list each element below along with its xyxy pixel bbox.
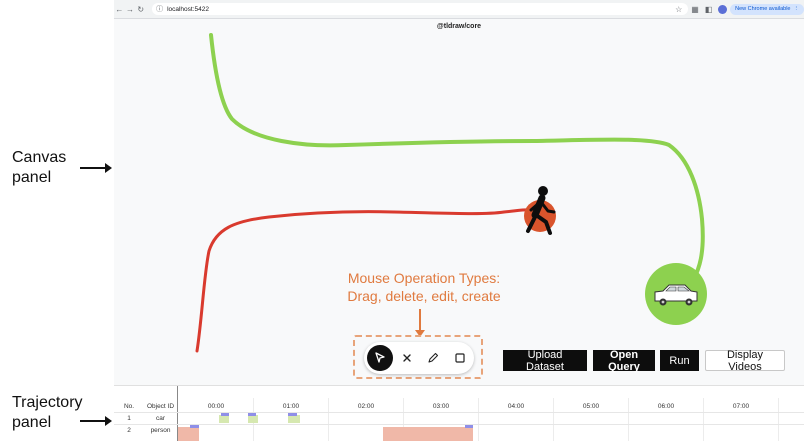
mouse-ops-line2: Drag, delete, edit, create (347, 288, 501, 304)
person-segment[interactable] (178, 427, 199, 441)
reload-icon[interactable]: ↻ (135, 5, 146, 14)
table-row[interactable]: 2 person (114, 425, 804, 441)
car-object[interactable] (645, 263, 707, 325)
browser-toolbar: ← → ↻ ⓘ localhost:5422 ☆ ▦ ◧ New Chrome … (114, 0, 804, 19)
tool-select-button[interactable] (367, 345, 393, 371)
sidebar-icon[interactable]: ◧ (702, 5, 716, 14)
row-object-id: person (150, 427, 171, 434)
canvas-panel-label: Canvas panel (12, 148, 66, 188)
marker-segment (190, 425, 199, 428)
display-videos-button[interactable]: Display Videos (705, 349, 785, 373)
mouse-ops-line1: Mouse Operation Types: (347, 270, 501, 286)
pedestrian-object[interactable] (524, 186, 556, 235)
info-icon[interactable]: ⓘ (156, 4, 163, 14)
row-object-id: car (155, 415, 166, 422)
row-number: 1 (127, 415, 131, 422)
person-segment[interactable] (383, 427, 473, 441)
star-icon[interactable]: ☆ (675, 5, 682, 14)
time-tick: 00:00 (207, 403, 225, 410)
time-tick: 05:00 (582, 403, 600, 410)
tool-create-button[interactable] (447, 345, 473, 371)
upload-dataset-button[interactable]: Upload Dataset (503, 349, 587, 373)
car-segment[interactable] (248, 415, 258, 423)
time-tick: 04:00 (507, 403, 525, 410)
canvas-panel-arrow (80, 163, 112, 173)
app-window: ← → ↻ ⓘ localhost:5422 ☆ ▦ ◧ New Chrome … (114, 0, 804, 441)
address-bar[interactable]: ⓘ localhost:5422 ☆ (152, 3, 689, 15)
menu-dots-icon[interactable]: ⋮ (794, 6, 800, 12)
extension-icon[interactable]: ▦ (688, 5, 702, 14)
cursor-icon (375, 352, 385, 363)
table-row[interactable]: 1 car (114, 413, 804, 424)
canvas-panel[interactable]: @tldraw/core Mouse Operation Types: Drag… (114, 19, 804, 383)
column-header-no: No. (123, 403, 135, 410)
tool-palette (364, 342, 474, 374)
tool-edit-button[interactable] (421, 345, 447, 371)
canvas-label-line2: panel (12, 169, 52, 186)
green-trajectory[interactable] (209, 33, 705, 283)
x-icon (402, 354, 411, 362)
trajectory-label-line2: panel (12, 414, 52, 431)
trajectory-panel: No. Object ID 00:00 01:00 02:00 03:00 04… (114, 385, 804, 441)
open-query-button[interactable]: Open Query (593, 349, 655, 373)
marker-segment (248, 413, 256, 416)
car-segment[interactable] (219, 415, 229, 423)
canvas-label-line1: Canvas (12, 149, 67, 166)
column-header-object-id: Object ID (146, 403, 175, 410)
time-tick: 03:00 (432, 403, 450, 410)
time-tick: 02:00 (357, 403, 375, 410)
tool-delete-button[interactable] (394, 345, 420, 371)
marker-segment (288, 413, 297, 416)
time-tick: 07:00 (732, 403, 750, 410)
time-tick: 01:00 (282, 403, 300, 410)
canvas-drawing[interactable] (114, 19, 804, 383)
marker-segment (221, 413, 229, 416)
row-number: 2 (127, 427, 131, 434)
forward-arrow-icon[interactable]: → (125, 5, 136, 14)
trajectory-label-line1: Trajectory (12, 394, 83, 411)
profile-icon[interactable] (718, 4, 728, 14)
pencil-icon (428, 352, 439, 363)
car-segment[interactable] (288, 415, 300, 423)
time-tick: 06:00 (657, 403, 675, 410)
annotation-arrow (415, 309, 425, 337)
update-label: New Chrome available (735, 6, 791, 12)
mouse-operations-annotation: Mouse Operation Types: Drag, delete, edi… (324, 269, 524, 305)
marker-segment (465, 425, 473, 428)
url-text: localhost:5422 (167, 5, 209, 13)
trajectory-panel-label: Trajectory panel (12, 393, 83, 433)
rectangle-icon (455, 353, 465, 363)
update-chrome-button[interactable]: New Chrome available ⋮ (730, 3, 804, 15)
run-button[interactable]: Run (660, 350, 699, 371)
back-arrow-icon[interactable]: ← (114, 5, 125, 14)
trajectory-panel-arrow (80, 416, 112, 426)
